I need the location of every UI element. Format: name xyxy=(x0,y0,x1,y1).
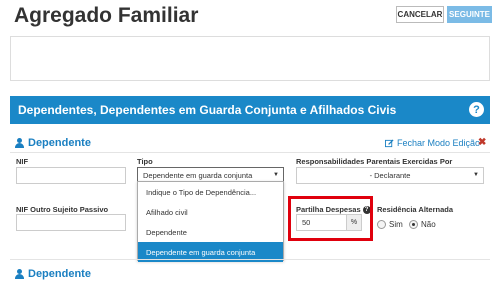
person-icon xyxy=(15,269,24,279)
top-content-box xyxy=(10,36,490,81)
responsabilidades-select[interactable]: - Declarante ▼ xyxy=(296,167,484,184)
radio-circle-selected xyxy=(409,220,418,229)
radio-sim[interactable]: Sim xyxy=(377,220,403,229)
chevron-down-icon: ▼ xyxy=(273,172,279,178)
radio-sim-label: Sim xyxy=(389,220,403,229)
panel-header: Dependentes, Dependentes em Guarda Conju… xyxy=(10,96,490,124)
residencia-label: Residência Alternada xyxy=(377,205,453,214)
section-heading-label: Dependente xyxy=(28,268,91,280)
tipo-label: Tipo xyxy=(137,157,153,166)
nif-field[interactable] xyxy=(16,167,126,184)
section-heading-dependente: Dependente xyxy=(15,137,91,149)
responsabilidades-label: Responsabilidades Parentais Exercidas Po… xyxy=(296,157,453,166)
page-title: Agregado Familiar xyxy=(14,4,199,27)
radio-nao-label: Não xyxy=(421,220,436,229)
nif-outro-label: NIF Outro Sujeito Passivo xyxy=(16,205,109,214)
person-icon xyxy=(15,138,24,148)
radio-nao[interactable]: Não xyxy=(409,220,436,229)
radio-circle xyxy=(377,220,386,229)
edit-icon xyxy=(385,138,394,147)
chevron-down-icon: ▼ xyxy=(473,172,479,178)
cancel-button[interactable]: CANCELAR xyxy=(396,6,444,23)
nif-label: NIF xyxy=(16,157,29,166)
highlight-box xyxy=(288,196,373,241)
tipo-dropdown-list: Indique o Tipo de Dependência... Afilhad… xyxy=(137,181,284,262)
tipo-select-value: Dependente em guarda conjunta xyxy=(143,171,253,180)
dropdown-option[interactable]: Afilhado civil xyxy=(138,202,283,222)
panel-title: Dependentes, Dependentes em Guarda Conju… xyxy=(18,103,397,117)
close-edit-mode-link[interactable]: Fechar Modo Edição xyxy=(385,138,480,148)
section-heading-dependente-2: Dependente xyxy=(15,268,91,280)
nif-outro-field[interactable] xyxy=(16,214,126,231)
dropdown-option[interactable]: Indique o Tipo de Dependência... xyxy=(138,182,283,202)
responsabilidades-value: - Declarante xyxy=(369,171,411,180)
next-button[interactable]: SEGUINTE xyxy=(447,6,492,23)
page: Agregado Familiar CANCELAR SEGUINTE Depe… xyxy=(0,0,500,283)
divider xyxy=(10,152,490,153)
dropdown-option[interactable]: Dependente xyxy=(138,222,283,242)
close-icon[interactable]: ✖ xyxy=(478,137,486,148)
close-edit-mode-label: Fechar Modo Edição xyxy=(397,138,481,148)
section-heading-label: Dependente xyxy=(28,137,91,149)
divider xyxy=(10,259,490,260)
help-icon[interactable]: ? xyxy=(469,102,484,117)
